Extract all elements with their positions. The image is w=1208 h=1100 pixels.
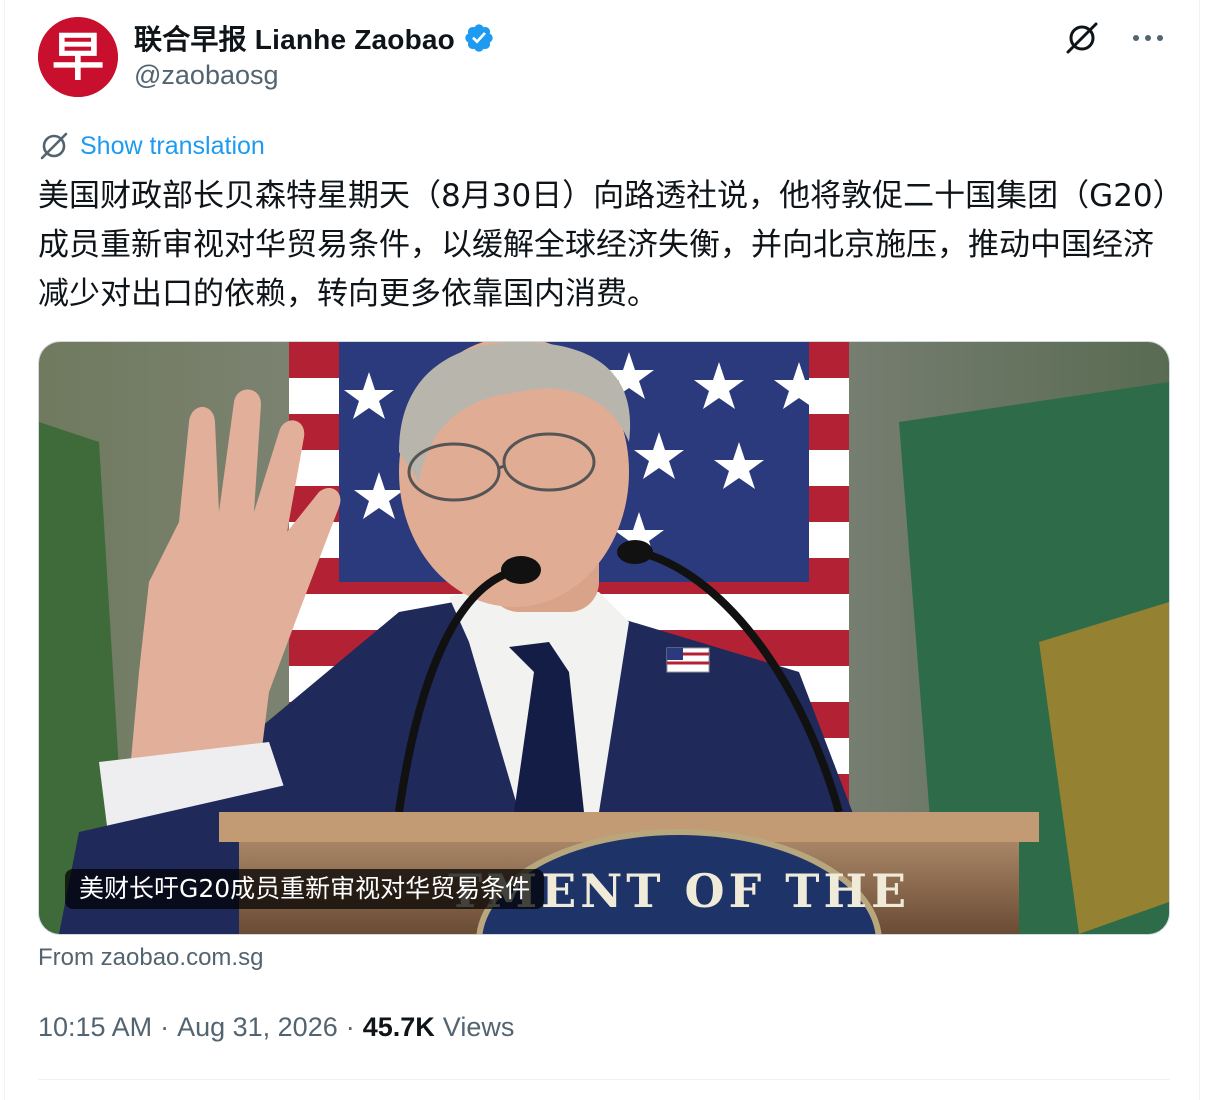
card-source-link[interactable]: From zaobao.com.sg <box>38 944 263 972</box>
show-translation-link[interactable]: Show translation <box>80 132 265 161</box>
views-count: 45.7K <box>362 1012 435 1042</box>
card-caption: 美财长吁G20成员重新审视对华贸易条件 <box>65 869 545 909</box>
more-icon <box>1133 35 1163 41</box>
tweet-text: 美国财政部长贝森特星期天（8月30日）向路透社说，他将敦促二十国集团（G20）成… <box>38 178 1169 312</box>
grok-button[interactable] <box>1062 18 1102 58</box>
link-card[interactable]: TMENT OF THE 美财长吁G20成员重新审视对华贸易条件 <box>38 341 1170 935</box>
tweet-date[interactable]: Aug 31, 2026 <box>177 1012 338 1043</box>
translate-icon <box>40 132 68 160</box>
meta-separator: · <box>160 1012 170 1042</box>
top-actions <box>1062 18 1168 58</box>
news-photo: TMENT OF THE <box>39 342 1169 934</box>
translation-row[interactable]: Show translation <box>38 130 265 162</box>
more-button[interactable] <box>1128 18 1168 58</box>
zaobao-logo-icon: 早 <box>38 17 118 97</box>
meta-separator: · <box>345 1012 355 1042</box>
tweet-meta: 10:15 AM · Aug 31, 2026 · 45.7K Views <box>38 1012 514 1043</box>
avatar[interactable]: 早 <box>38 17 118 97</box>
author-handle[interactable]: @zaobaosg <box>134 60 279 91</box>
grok-icon <box>1066 22 1098 54</box>
svg-text:早: 早 <box>52 28 104 88</box>
author-name[interactable]: 联合早报 Lianhe Zaobao <box>134 18 455 58</box>
verified-badge-icon <box>465 24 493 52</box>
author-name-row[interactable]: 联合早报 Lianhe Zaobao <box>134 18 495 58</box>
views-label: Views <box>442 1012 515 1042</box>
tweet-time[interactable]: 10:15 AM <box>38 1012 152 1043</box>
divider <box>38 1079 1170 1080</box>
